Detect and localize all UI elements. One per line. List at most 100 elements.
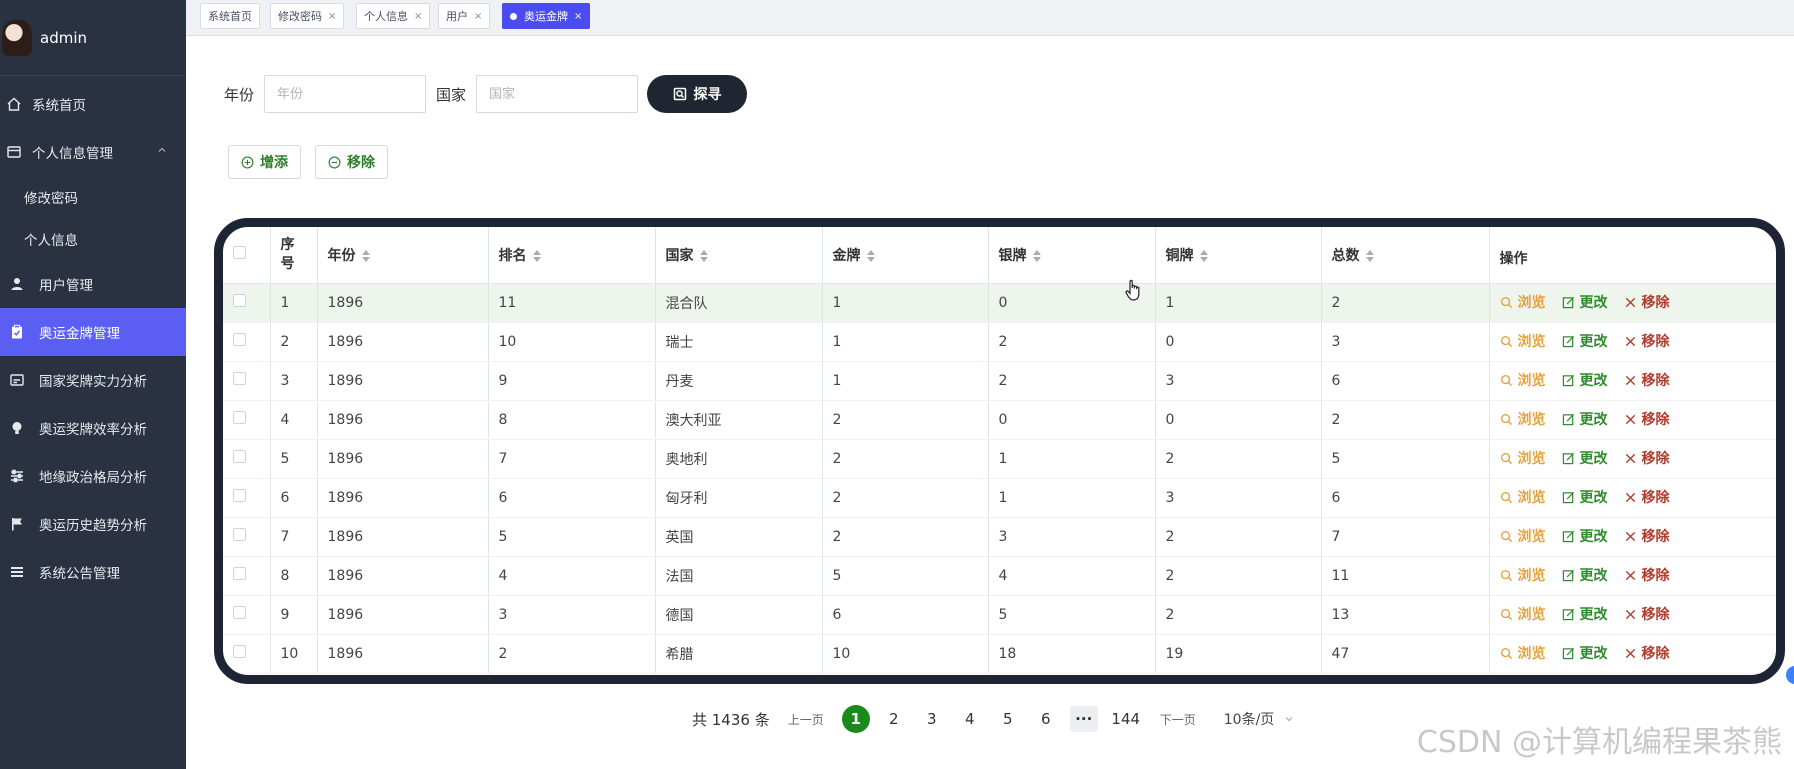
tab-change-password[interactable]: 修改密码 × — [270, 3, 345, 29]
row-select-cell[interactable] — [223, 283, 271, 323]
sidebar-item-announcement-management[interactable]: 系统公告管理 — [0, 548, 186, 596]
row-checkbox[interactable] — [233, 372, 246, 385]
page-size-select[interactable]: 10条/页 — [1224, 709, 1295, 729]
sort-icon[interactable] — [532, 249, 541, 262]
page-number-last[interactable]: 144 — [1108, 705, 1144, 733]
edit-button[interactable]: 更改 — [1562, 448, 1608, 468]
view-button[interactable]: 浏览 — [1500, 331, 1546, 351]
page-number-current[interactable]: 1 — [841, 705, 870, 733]
row-select-cell[interactable] — [223, 517, 271, 557]
close-icon[interactable]: × — [414, 11, 422, 22]
row-checkbox[interactable] — [233, 333, 246, 346]
edit-button[interactable]: 更改 — [1562, 526, 1608, 546]
table-row[interactable]: 5 1896 7 奥地利 2 1 2 5 浏览 更改 移除 — [223, 439, 1776, 479]
delete-button[interactable]: 移除 — [1624, 370, 1670, 390]
header-silver[interactable]: 银牌 — [988, 227, 1156, 284]
page-number[interactable]: 3 — [918, 705, 946, 733]
header-rank[interactable]: 排名 — [488, 227, 656, 284]
view-button[interactable]: 浏览 — [1500, 370, 1546, 390]
header-gold[interactable]: 金牌 — [822, 227, 989, 284]
sort-icon[interactable] — [699, 249, 708, 262]
edit-button[interactable]: 更改 — [1562, 292, 1608, 312]
search-button[interactable]: 探寻 — [647, 75, 747, 113]
view-button[interactable]: 浏览 — [1500, 409, 1546, 429]
sidebar-item-geopolitics-analysis[interactable]: 地缘政治格局分析 — [0, 452, 186, 500]
view-button[interactable]: 浏览 — [1500, 487, 1546, 507]
table-row[interactable]: 4 1896 8 澳大利亚 2 0 0 2 浏览 更改 移除 — [223, 400, 1776, 440]
row-checkbox[interactable] — [233, 606, 246, 619]
select-all-cell[interactable] — [223, 227, 271, 284]
row-select-cell[interactable] — [223, 634, 271, 674]
row-select-cell[interactable] — [223, 439, 271, 479]
page-number[interactable]: 5 — [994, 705, 1022, 733]
tab-personal-info[interactable]: 个人信息 × — [356, 3, 431, 29]
table-row[interactable]: 2 1896 10 瑞士 1 2 0 3 浏览 更改 移除 — [223, 322, 1776, 362]
sidebar-item-medal-efficiency-analysis[interactable]: 奥运奖牌效率分析 — [0, 404, 186, 452]
edit-button[interactable]: 更改 — [1562, 565, 1608, 585]
row-select-cell[interactable] — [223, 595, 271, 635]
delete-button[interactable]: 移除 — [1624, 604, 1670, 624]
delete-button[interactable]: 移除 — [1624, 331, 1670, 351]
table-row[interactable]: 8 1896 4 法国 5 4 2 11 浏览 更改 移除 — [223, 556, 1776, 596]
remove-button[interactable]: 移除 — [315, 145, 388, 179]
sidebar-item-personal-info[interactable]: 个人信息 — [0, 218, 186, 260]
header-total[interactable]: 总数 — [1321, 227, 1490, 284]
sidebar-item-change-password[interactable]: 修改密码 — [0, 176, 186, 218]
row-select-cell[interactable] — [223, 556, 271, 596]
delete-button[interactable]: 移除 — [1624, 292, 1670, 312]
tab-user[interactable]: 用户 × — [438, 3, 491, 29]
view-button[interactable]: 浏览 — [1500, 292, 1546, 312]
row-checkbox[interactable] — [233, 528, 246, 541]
edit-button[interactable]: 更改 — [1562, 370, 1608, 390]
country-input[interactable] — [476, 75, 638, 113]
delete-button[interactable]: 移除 — [1624, 643, 1670, 663]
year-input[interactable] — [264, 75, 426, 113]
row-select-cell[interactable] — [223, 361, 271, 401]
sidebar-item-user-management[interactable]: 用户管理 — [0, 260, 186, 308]
next-page-button[interactable]: 下一页 — [1160, 711, 1196, 728]
page-number[interactable]: 4 — [956, 705, 984, 733]
tab-olympic-gold[interactable]: 奥运金牌 × — [502, 3, 591, 29]
view-button[interactable]: 浏览 — [1500, 526, 1546, 546]
page-number[interactable]: 2 — [880, 705, 908, 733]
header-bronze[interactable]: 铜牌 — [1155, 227, 1322, 284]
avatar[interactable] — [2, 19, 32, 56]
close-icon[interactable]: × — [474, 11, 482, 22]
more-pages-button[interactable]: ··· — [1069, 706, 1098, 732]
row-checkbox[interactable] — [233, 567, 246, 580]
sidebar-item-history-trend-analysis[interactable]: 奥运历史趋势分析 — [0, 500, 186, 548]
row-select-cell[interactable] — [223, 400, 271, 440]
edit-button[interactable]: 更改 — [1562, 604, 1608, 624]
table-row[interactable]: 3 1896 9 丹麦 1 2 3 6 浏览 更改 移除 — [223, 361, 1776, 401]
add-button[interactable]: 增添 — [228, 145, 301, 179]
sidebar-item-home[interactable]: 系统首页 — [0, 80, 186, 128]
select-all-checkbox[interactable] — [233, 246, 246, 260]
sort-icon[interactable] — [1199, 249, 1208, 262]
sort-icon[interactable] — [866, 249, 875, 262]
prev-page-button[interactable]: 上一页 — [788, 711, 824, 728]
row-checkbox[interactable] — [233, 489, 246, 502]
close-icon[interactable]: × — [328, 11, 336, 22]
table-row[interactable]: 10 1896 2 希腊 10 18 19 47 浏览 更改 移除 — [223, 634, 1776, 674]
sidebar-item-personal-info-management[interactable]: 个人信息管理 — [0, 128, 186, 176]
row-checkbox[interactable] — [233, 450, 246, 463]
view-button[interactable]: 浏览 — [1500, 448, 1546, 468]
row-select-cell[interactable] — [223, 478, 271, 518]
delete-button[interactable]: 移除 — [1624, 409, 1670, 429]
row-checkbox[interactable] — [233, 411, 246, 424]
table-row[interactable]: 1 1896 11 混合队 1 0 1 2 浏览 更改 移除 — [223, 283, 1776, 323]
edit-button[interactable]: 更改 — [1562, 487, 1608, 507]
close-icon[interactable]: × — [574, 11, 582, 22]
row-checkbox[interactable] — [233, 645, 246, 658]
edit-button[interactable]: 更改 — [1562, 643, 1608, 663]
sort-icon[interactable] — [1365, 249, 1374, 262]
row-checkbox[interactable] — [233, 294, 246, 307]
delete-button[interactable]: 移除 — [1624, 487, 1670, 507]
view-button[interactable]: 浏览 — [1500, 604, 1546, 624]
header-country[interactable]: 国家 — [655, 227, 823, 284]
tab-home[interactable]: 系统首页 — [200, 3, 260, 29]
header-year[interactable]: 年份 — [317, 227, 489, 284]
sidebar-item-country-medal-analysis[interactable]: 国家奖牌实力分析 — [0, 356, 186, 404]
sort-icon[interactable] — [1032, 249, 1041, 262]
edit-button[interactable]: 更改 — [1562, 409, 1608, 429]
